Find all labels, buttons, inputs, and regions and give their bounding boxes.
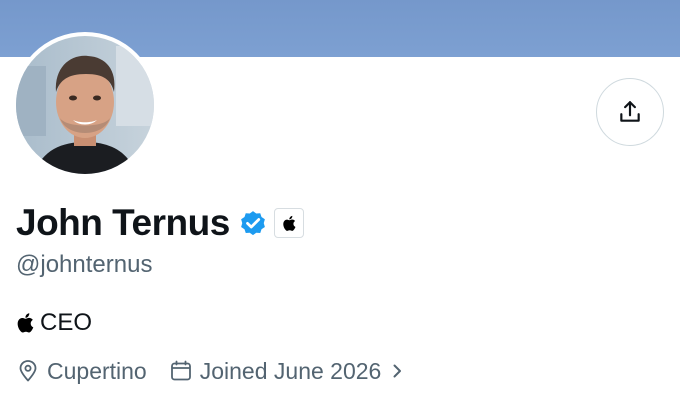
display-name: John Ternus [16, 202, 230, 243]
profile-handle: @johnternus [16, 251, 153, 278]
location-pin-icon [19, 360, 37, 382]
profile-bio: CEO [16, 309, 92, 337]
name-row: John Ternus [16, 200, 304, 246]
profile-meta: Cupertino Joined June 2026 [16, 354, 405, 388]
apple-logo-icon [17, 313, 34, 333]
bio-text: CEO [40, 309, 93, 336]
location-item: Cupertino [16, 358, 147, 385]
chevron-right-icon [393, 364, 402, 378]
location-text: Cupertino [47, 357, 147, 384]
joined-item[interactable]: Joined June 2026 [169, 358, 406, 385]
apple-logo-icon [283, 215, 296, 231]
avatar-photo [16, 36, 154, 174]
affiliate-badge[interactable] [273, 208, 304, 238]
calendar-icon [170, 360, 191, 381]
avatar[interactable] [12, 32, 158, 178]
share-icon [620, 101, 640, 122]
verified-badge-icon[interactable] [238, 208, 268, 238]
joined-text: Joined June 2026 [199, 357, 382, 384]
share-button[interactable] [596, 78, 664, 146]
